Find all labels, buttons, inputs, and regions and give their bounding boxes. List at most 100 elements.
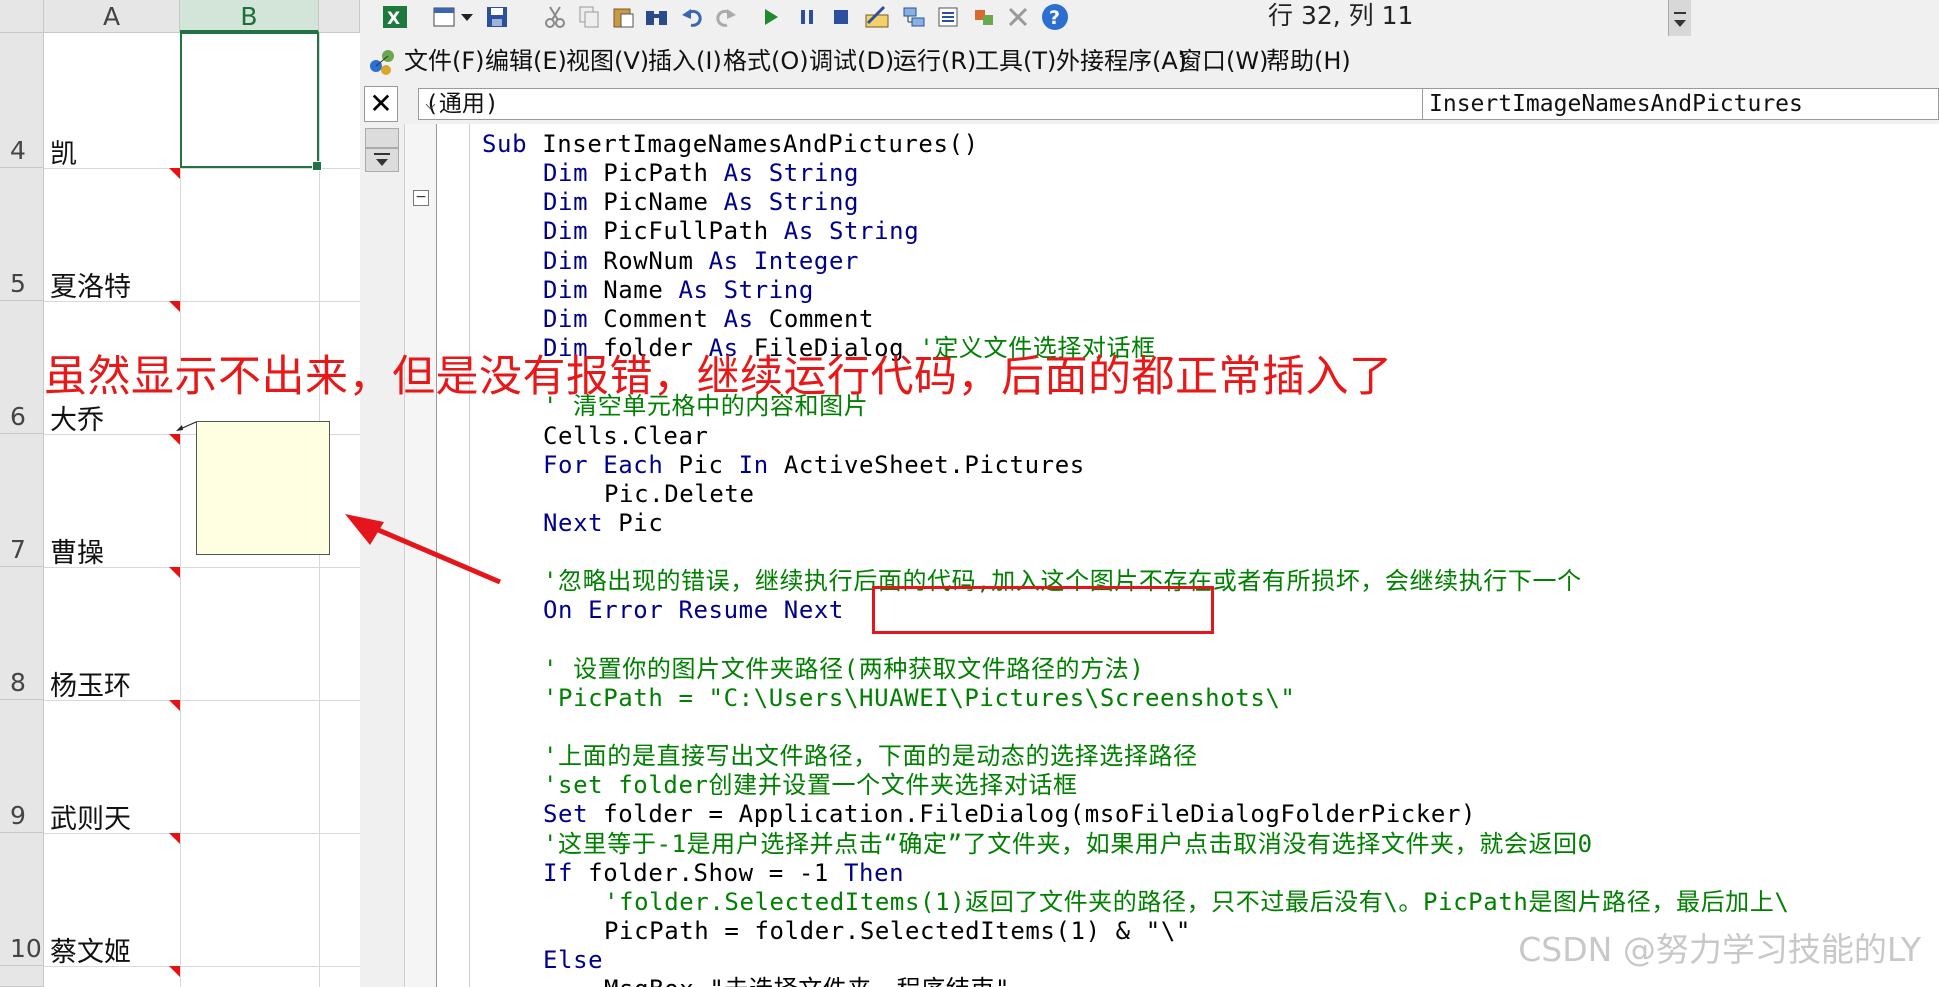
- undo-icon[interactable]: [678, 3, 708, 31]
- comment-indicator[interactable]: [169, 301, 180, 312]
- code-line[interactable]: Dim PicFullPath As String: [543, 217, 919, 246]
- break-icon[interactable]: [792, 3, 822, 31]
- find-icon[interactable]: [642, 3, 672, 31]
- code-text: folder.Show = -1: [588, 858, 844, 887]
- code-line[interactable]: Dim Name As String: [543, 276, 814, 305]
- scroll-up-button[interactable]: [365, 128, 399, 148]
- menu-view[interactable]: 视图(V): [566, 44, 649, 78]
- menu-file[interactable]: 文件(F): [404, 44, 485, 78]
- object-browser-icon[interactable]: [970, 3, 1000, 31]
- comment-indicator[interactable]: [169, 966, 180, 977]
- cell-a9[interactable]: 武则天: [50, 797, 131, 836]
- code-line[interactable]: 'set folder创建并设置一个文件夹选择对话框: [543, 771, 1078, 800]
- code-line[interactable]: Sub InsertImageNamesAndPictures(): [482, 130, 979, 159]
- cell-a4[interactable]: 凯: [50, 132, 77, 171]
- save-icon[interactable]: [482, 3, 512, 31]
- paste-icon[interactable]: [608, 3, 638, 31]
- procedure-combobox[interactable]: InsertImageNamesAndPictures: [1422, 88, 1939, 120]
- code-text: Pic: [618, 508, 664, 537]
- object-combobox[interactable]: (通用) ⌵: [418, 88, 1470, 120]
- column-header-b[interactable]: B: [180, 0, 319, 33]
- excel-icon[interactable]: X: [380, 3, 410, 31]
- row-header[interactable]: 7: [0, 434, 44, 567]
- comment-indicator[interactable]: [169, 567, 180, 578]
- code-line[interactable]: Dim Comment As Comment: [543, 305, 874, 334]
- close-icon[interactable]: ✕: [364, 86, 398, 122]
- comment-indicator[interactable]: [169, 434, 180, 445]
- code-line[interactable]: PicPath = folder.SelectedItems(1) & "\": [604, 917, 1191, 946]
- code-line[interactable]: '上面的是直接写出文件路径，下面的是动态的选择选择路径: [543, 742, 1198, 771]
- column-header-a[interactable]: A: [44, 0, 180, 33]
- project-explorer-icon[interactable]: [900, 3, 930, 31]
- menu-run[interactable]: 运行(R): [893, 44, 976, 78]
- row-header[interactable]: 9: [0, 700, 44, 833]
- selected-cell-b4[interactable]: [180, 32, 322, 171]
- code-line[interactable]: Cells.Clear: [543, 422, 709, 451]
- help-icon[interactable]: ?: [1040, 3, 1070, 31]
- split-bar-icon[interactable]: [365, 148, 399, 172]
- vba-project-icon[interactable]: [366, 42, 396, 78]
- row-header[interactable]: 10: [0, 833, 44, 966]
- menu-addins[interactable]: 外接程序(A): [1056, 44, 1187, 78]
- code-line[interactable]: MsgBox "未选择文件夹，程序结束": [604, 975, 1010, 987]
- cell-a5[interactable]: 夏洛特: [50, 265, 131, 304]
- code-editor[interactable]: Sub InsertImageNamesAndPictures() Dim Pic…: [436, 124, 1939, 987]
- menu-format[interactable]: 格式(O): [723, 44, 809, 78]
- cut-icon[interactable]: [540, 3, 570, 31]
- fill-handle[interactable]: [312, 161, 322, 171]
- dropdown-arrow-icon[interactable]: [458, 3, 476, 31]
- code-line[interactable]: For Each Pic In ActiveSheet.Pictures: [543, 451, 1085, 480]
- code-keyword: Else: [543, 946, 604, 975]
- comment-indicator[interactable]: [169, 168, 180, 179]
- comment-indicator[interactable]: [169, 700, 180, 711]
- design-mode-icon[interactable]: [862, 3, 892, 31]
- code-line[interactable]: '这里等于-1是用户选择并点击“确定”了文件夹，如果用户点击取消没有选择文件夹，…: [543, 830, 1593, 859]
- row-header[interactable]: 6: [0, 301, 44, 434]
- run-icon[interactable]: [756, 3, 786, 31]
- code-line[interactable]: Dim RowNum As Integer: [543, 247, 859, 276]
- comment-box[interactable]: [196, 421, 330, 555]
- code-line[interactable]: Pic.Delete: [604, 480, 755, 509]
- toolbar-overflow-button[interactable]: [1668, 0, 1691, 36]
- indicator-bar[interactable]: [437, 124, 470, 987]
- toolbox-icon[interactable]: [1004, 3, 1034, 31]
- vba-editor: X ? 行 32, 列 11 文件(F) 编辑(E) 视图(V) 插入(I) 格…: [360, 0, 1939, 987]
- collapse-icon[interactable]: −: [413, 190, 429, 206]
- row-header[interactable]: [0, 966, 44, 987]
- code-keyword: Set: [543, 800, 604, 829]
- select-all-corner[interactable]: [0, 0, 44, 33]
- cell-a10[interactable]: 蔡文姬: [50, 930, 131, 969]
- code-line[interactable]: Dim PicPath As String: [543, 159, 859, 188]
- redo-icon[interactable]: [710, 3, 740, 31]
- menu-tools[interactable]: 工具(T): [975, 44, 1056, 78]
- excel-sheet: A B 4 5 6 7 8 9 10 凯 夏洛特 大乔 曹操 杨玉环 武则天 蔡…: [0, 0, 360, 987]
- copy-icon[interactable]: [574, 3, 604, 31]
- code-line[interactable]: ' 设置你的图片文件夹路径(两种获取文件路径的方法): [543, 655, 1144, 684]
- code-line[interactable]: Else: [543, 946, 603, 975]
- row-header[interactable]: 8: [0, 567, 44, 700]
- row-header[interactable]: 5: [0, 168, 44, 301]
- code-keyword: Then: [844, 858, 905, 887]
- comment-indicator[interactable]: [169, 833, 180, 844]
- code-line[interactable]: On Error Resume Next: [543, 596, 844, 625]
- properties-icon[interactable]: [934, 3, 964, 31]
- cell-a8[interactable]: 杨玉环: [50, 664, 131, 703]
- code-text: PicPath: [603, 159, 724, 188]
- menu-insert[interactable]: 插入(I): [648, 44, 722, 78]
- column-header-c[interactable]: [319, 0, 360, 33]
- cell-a7[interactable]: 曹操: [50, 531, 104, 570]
- code-line[interactable]: 'folder.SelectedItems(1)返回了文件夹的路径，只不过最后没…: [604, 888, 1789, 917]
- menu-help[interactable]: 帮助(H): [1266, 44, 1351, 78]
- code-line[interactable]: Next Pic: [543, 509, 663, 538]
- code-line[interactable]: Set folder = Application.FileDialog(msoF…: [543, 800, 1476, 829]
- reset-icon[interactable]: [826, 3, 856, 31]
- code-line[interactable]: If folder.Show = -1 Then: [543, 859, 904, 888]
- menu-edit[interactable]: 编辑(E): [485, 44, 567, 78]
- row-header[interactable]: 4: [0, 33, 44, 168]
- chevron-down-icon[interactable]: ⌵: [425, 89, 1461, 119]
- code-line[interactable]: 'PicPath = "C:\Users\HUAWEI\Pictures\Scr…: [543, 684, 1295, 713]
- menu-window[interactable]: 窗口(W): [1178, 44, 1268, 78]
- insert-module-icon[interactable]: [430, 3, 460, 31]
- menu-debug[interactable]: 调试(D): [809, 44, 894, 78]
- code-line[interactable]: Dim PicName As String: [543, 188, 859, 217]
